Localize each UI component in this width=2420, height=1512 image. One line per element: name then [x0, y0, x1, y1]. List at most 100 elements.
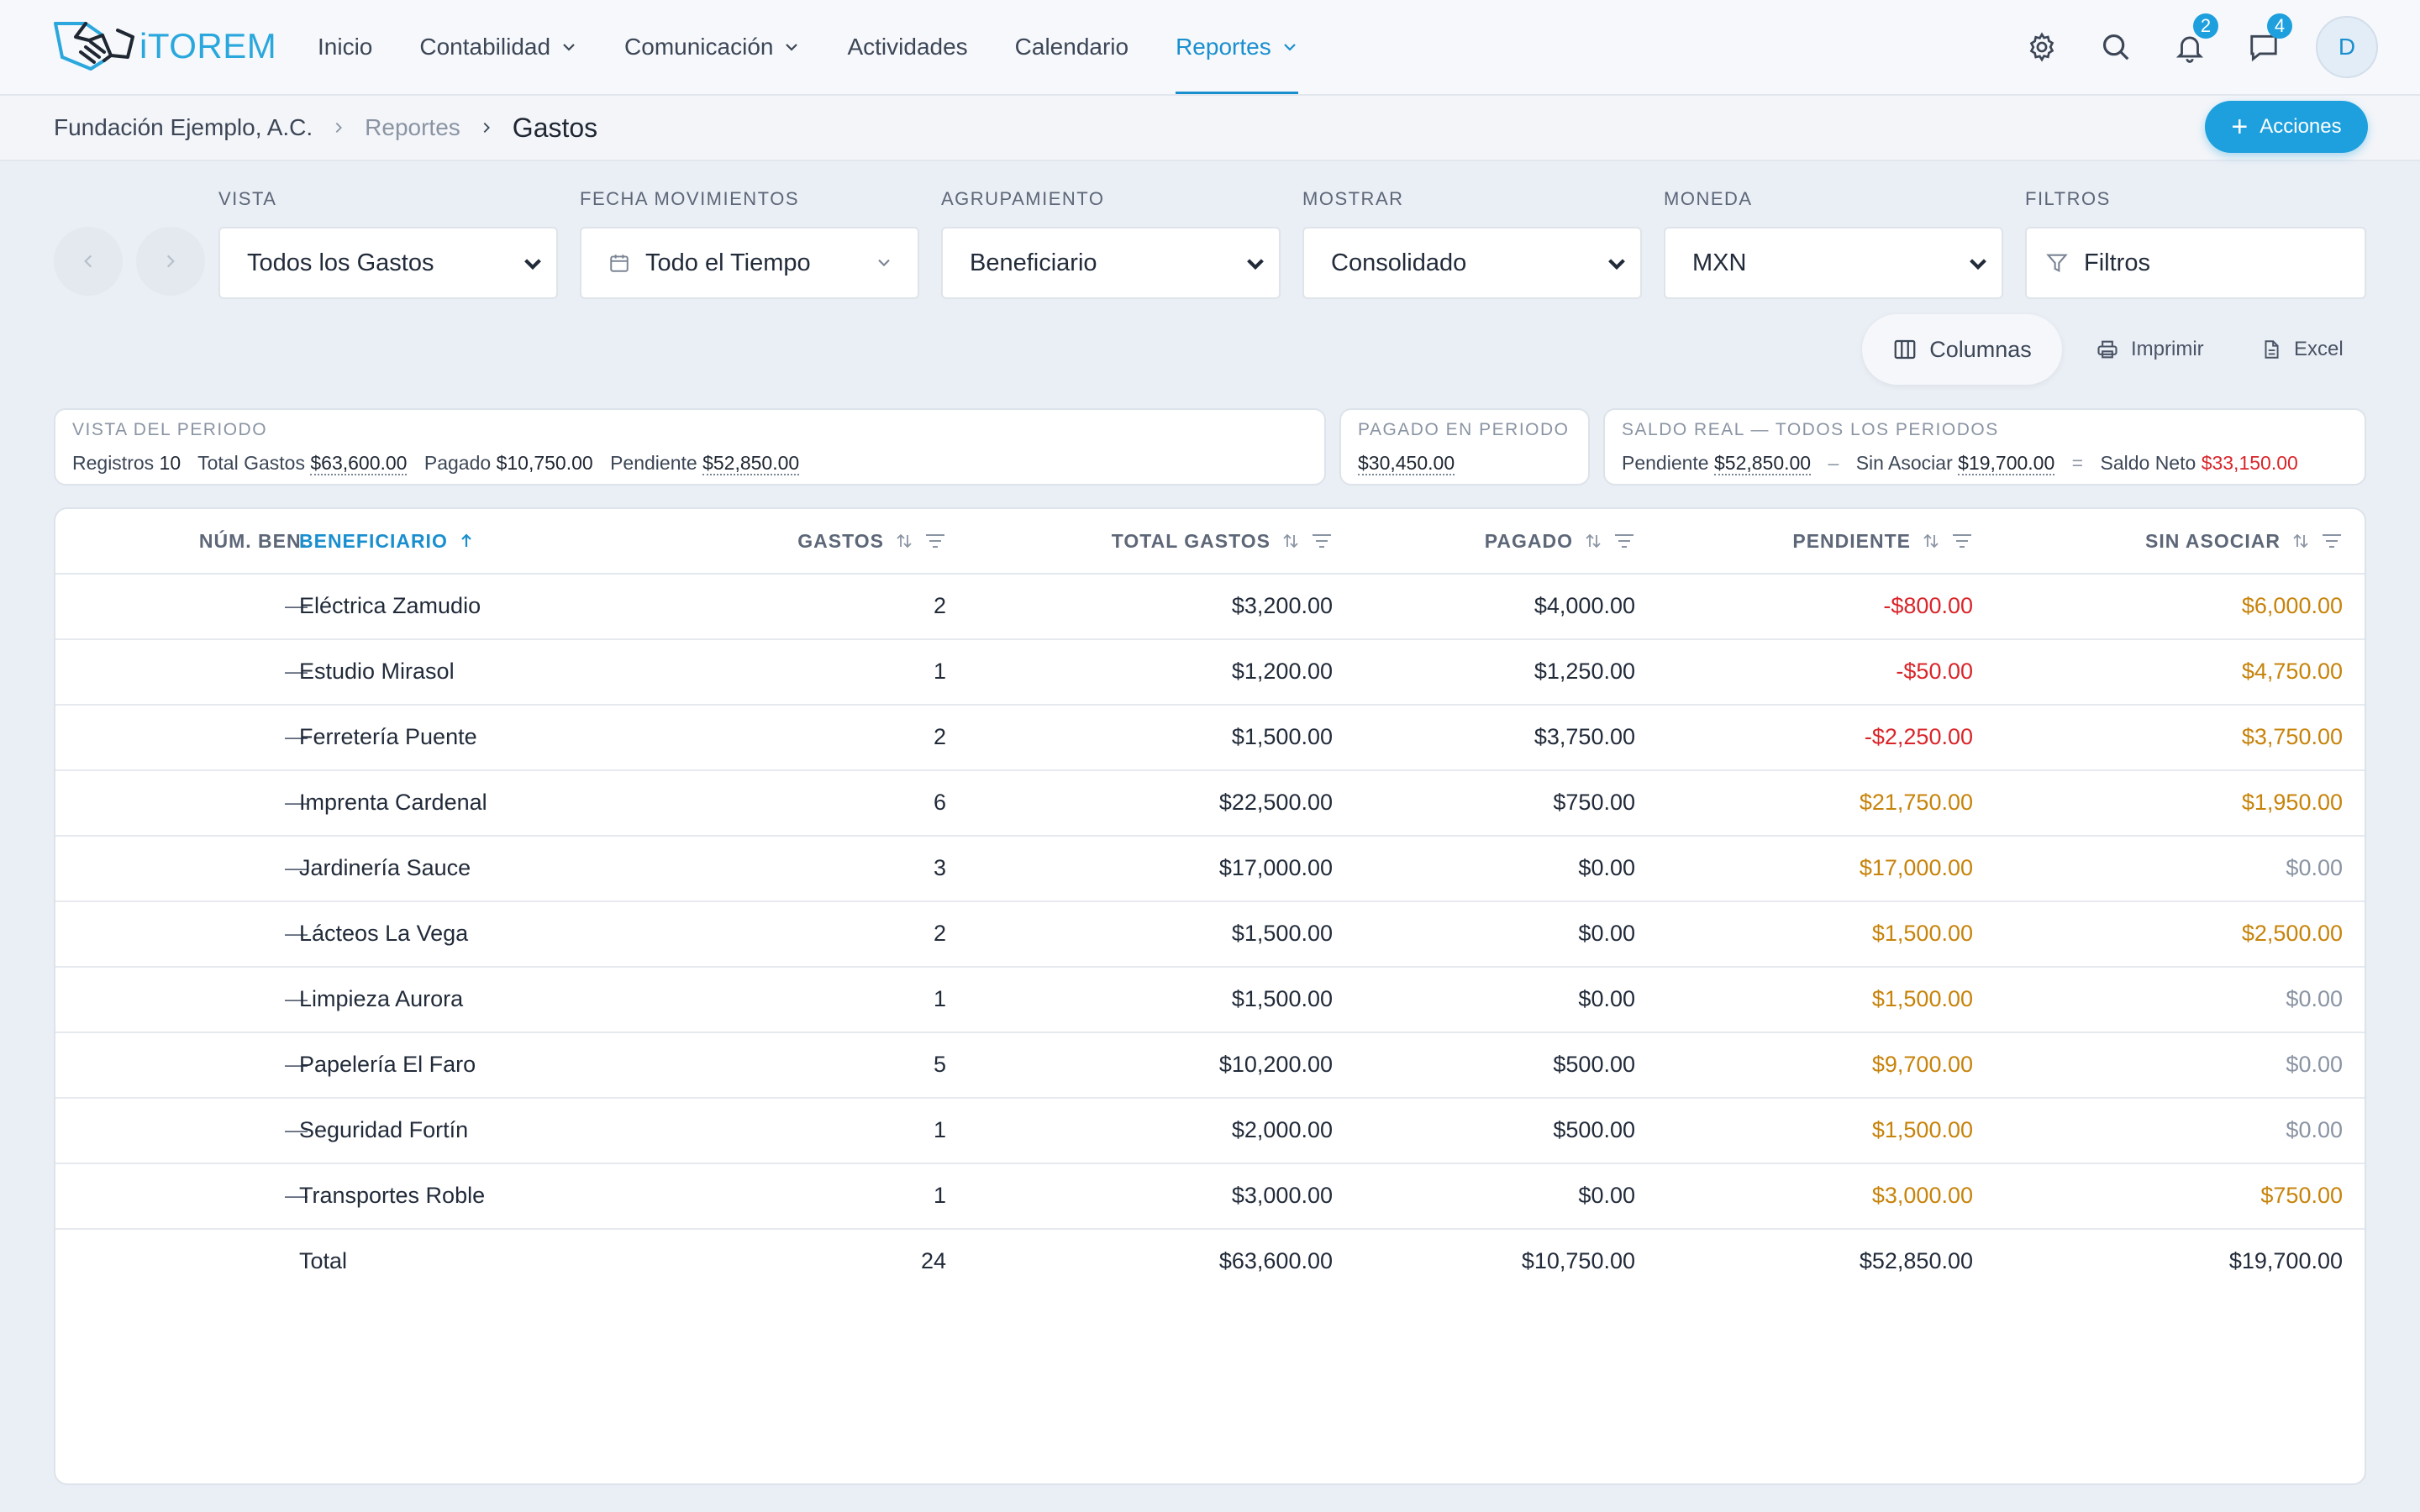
summary-card-pagado-periodo: PAGADO EN PERIODO $30,450.00	[1339, 408, 1590, 486]
sort-icon[interactable]	[2291, 531, 2311, 551]
actions-button[interactable]: + Acciones	[2205, 101, 2368, 153]
total-pendiente: $52,850.00	[1859, 1247, 1973, 1273]
breadcrumb-org[interactable]: Fundación Ejemplo, A.C.	[54, 114, 313, 141]
columns-button[interactable]: Columnas	[1862, 314, 2062, 385]
column-header-sin-asociar[interactable]: SIN ASOCIAR	[2145, 509, 2343, 573]
messages-button[interactable]: 4	[2244, 13, 2292, 67]
column-filter-icon[interactable]	[924, 531, 946, 551]
total-gastos-value: $63,600.00	[310, 452, 408, 475]
cell-beneficiario: Papelería El Faro	[299, 1051, 476, 1077]
table-row[interactable]: — Jardinería Sauce 3 $17,000.00 $0.00 $17,000…	[55, 835, 2365, 902]
sort-icon[interactable]	[1583, 531, 1603, 551]
cell-gastos: 5	[933, 1051, 946, 1077]
sort-icon[interactable]	[894, 531, 914, 551]
nav-item-comunicacion[interactable]: Comunicación	[624, 0, 800, 94]
column-filter-icon[interactable]	[1951, 531, 1973, 551]
cell-pagado: $500.00	[1553, 1116, 1635, 1142]
excel-button[interactable]: Excel	[2260, 314, 2344, 385]
breadcrumb-section[interactable]: Reportes	[365, 114, 460, 141]
pendiente-label: Pendiente	[1622, 452, 1709, 474]
nav-item-calendario[interactable]: Calendario	[1015, 0, 1128, 94]
table-row[interactable]: — Seguridad Fortín 1 $2,000.00 $500.00 $1,500…	[55, 1097, 2365, 1164]
column-header-beneficiario[interactable]: BENEFICIARIO	[299, 509, 475, 573]
cell-beneficiario: Ferretería Puente	[299, 723, 477, 749]
cell-gastos: 6	[933, 789, 946, 815]
column-header-label: SIN ASOCIAR	[2145, 529, 2281, 552]
table-row[interactable]: — Estudio Mirasol 1 $1,200.00 $1,250.00 -$50.…	[55, 638, 2365, 706]
cell-total-gastos: $1,200.00	[1231, 658, 1333, 684]
next-period-button[interactable]	[136, 227, 205, 296]
filter-filtros: FILTROS Filtros	[2025, 188, 2366, 299]
chevron-right-icon	[161, 252, 180, 270]
nav-item-actividades[interactable]: Actividades	[847, 0, 967, 94]
table-row[interactable]: — Ferretería Puente 2 $1,500.00 $3,750.00 -$2…	[55, 704, 2365, 771]
print-button[interactable]: Imprimir	[2096, 314, 2204, 385]
cell-pagado: $4,000.00	[1534, 592, 1635, 618]
column-header-label: NÚM. BEN.	[198, 529, 308, 552]
search-button[interactable]	[2096, 27, 2136, 67]
pagado-periodo-value: $30,450.00	[1358, 452, 1455, 475]
nav-item-reportes[interactable]: Reportes	[1176, 0, 1298, 94]
cell-sin-asociar: $3,750.00	[2241, 723, 2343, 749]
mostrar-select[interactable]: Consolidado	[1302, 227, 1642, 299]
filters-button-label: Filtros	[2084, 249, 2150, 276]
column-header-gastos[interactable]: GASTOS	[797, 509, 946, 573]
chevron-down-icon	[874, 252, 894, 272]
date-range-picker[interactable]: Todo el Tiempo	[580, 227, 919, 299]
cell-sin-asociar: $750.00	[2260, 1182, 2343, 1208]
cell-beneficiario: Imprenta Cardenal	[299, 789, 487, 815]
nav-item-label: Reportes	[1176, 34, 1271, 60]
user-avatar[interactable]: D	[2316, 16, 2378, 78]
table-row[interactable]: — Eléctrica Zamudio 2 $3,200.00 $4,000.00 -$8…	[55, 573, 2365, 640]
cell-sin-asociar: $4,750.00	[2241, 658, 2343, 684]
nav-item-label: Inicio	[318, 34, 373, 60]
search-icon	[2100, 31, 2132, 63]
cell-pendiente: $3,000.00	[1871, 1182, 1973, 1208]
sort-icon[interactable]	[1921, 531, 1941, 551]
summary-card-saldo-real: SALDO REAL — TODOS LOS PERIODOS Pendient…	[1603, 408, 2366, 486]
cell-pendiente: -$800.00	[1883, 592, 1973, 618]
agrupamiento-select[interactable]: Beneficiario	[941, 227, 1281, 299]
column-header-total-gastos[interactable]: TOTAL GASTOS	[1112, 509, 1333, 573]
card-title: VISTA DEL PERIODO	[72, 420, 268, 439]
chevron-down-icon	[1605, 252, 1628, 276]
moneda-select[interactable]: MXN	[1664, 227, 2003, 299]
table-row[interactable]: — Papelería El Faro 5 $10,200.00 $500.00 $9,7…	[55, 1032, 2365, 1099]
column-header-num-ben[interactable]: NÚM. BEN.	[199, 509, 308, 573]
app-logo[interactable]: iTOREM	[52, 18, 276, 74]
filters-button[interactable]: Filtros	[2025, 227, 2366, 299]
column-header-pagado[interactable]: PAGADO	[1485, 509, 1635, 573]
settings-button[interactable]	[2022, 27, 2062, 67]
sort-icon[interactable]	[1281, 531, 1301, 551]
nav-item-contabilidad[interactable]: Contabilidad	[419, 0, 577, 94]
notifications-button[interactable]: 2	[2170, 13, 2218, 67]
vista-select[interactable]: Todos los Gastos	[218, 227, 558, 299]
table-row[interactable]: — Imprenta Cardenal 6 $22,500.00 $750.00 $21,…	[55, 769, 2365, 837]
pendiente-value: $52,850.00	[702, 452, 800, 475]
table-row[interactable]: — Limpieza Aurora 1 $1,500.00 $0.00 $1,500.00…	[55, 966, 2365, 1033]
excel-button-label: Excel	[2294, 338, 2344, 360]
column-filter-icon[interactable]	[1311, 531, 1333, 551]
cell-pendiente: $1,500.00	[1871, 920, 1973, 946]
cell-pendiente: $1,500.00	[1871, 985, 1973, 1011]
cell-sin-asociar: $1,950.00	[2241, 789, 2343, 815]
column-filter-icon[interactable]	[1613, 531, 1635, 551]
breadcrumb-bar: Fundación Ejemplo, A.C. Reportes Gastos …	[0, 96, 2420, 161]
select-value: Beneficiario	[970, 249, 1097, 276]
columns-button-label: Columnas	[1929, 336, 2032, 362]
table-row[interactable]: — Lácteos La Vega 2 $1,500.00 $0.00 $1,500.00…	[55, 900, 2365, 968]
table-row[interactable]: — Transportes Roble 1 $3,000.00 $0.00 $3,000.…	[55, 1163, 2365, 1230]
previous-period-button[interactable]	[54, 227, 123, 296]
column-filter-icon[interactable]	[2321, 531, 2343, 551]
main-nav: Inicio Contabilidad Comunicación Activid…	[318, 0, 1345, 94]
report-table: NÚM. BEN. BENEFICIARIO GASTOS TOTAL GAST…	[54, 507, 2366, 1485]
saldo-neto-label: Saldo Neto	[2100, 452, 2196, 474]
cell-sin-asociar: $0.00	[2286, 854, 2343, 880]
column-header-label: PENDIENTE	[1792, 529, 1911, 552]
filter-label: FECHA MOVIMIENTOS	[580, 188, 800, 209]
actions-button-label: Acciones	[2260, 115, 2342, 138]
pendiente-label: Pendiente	[610, 452, 697, 474]
column-header-pendiente[interactable]: PENDIENTE	[1792, 509, 1973, 573]
nav-item-inicio[interactable]: Inicio	[318, 0, 372, 94]
filter-label: MONEDA	[1664, 188, 1753, 209]
